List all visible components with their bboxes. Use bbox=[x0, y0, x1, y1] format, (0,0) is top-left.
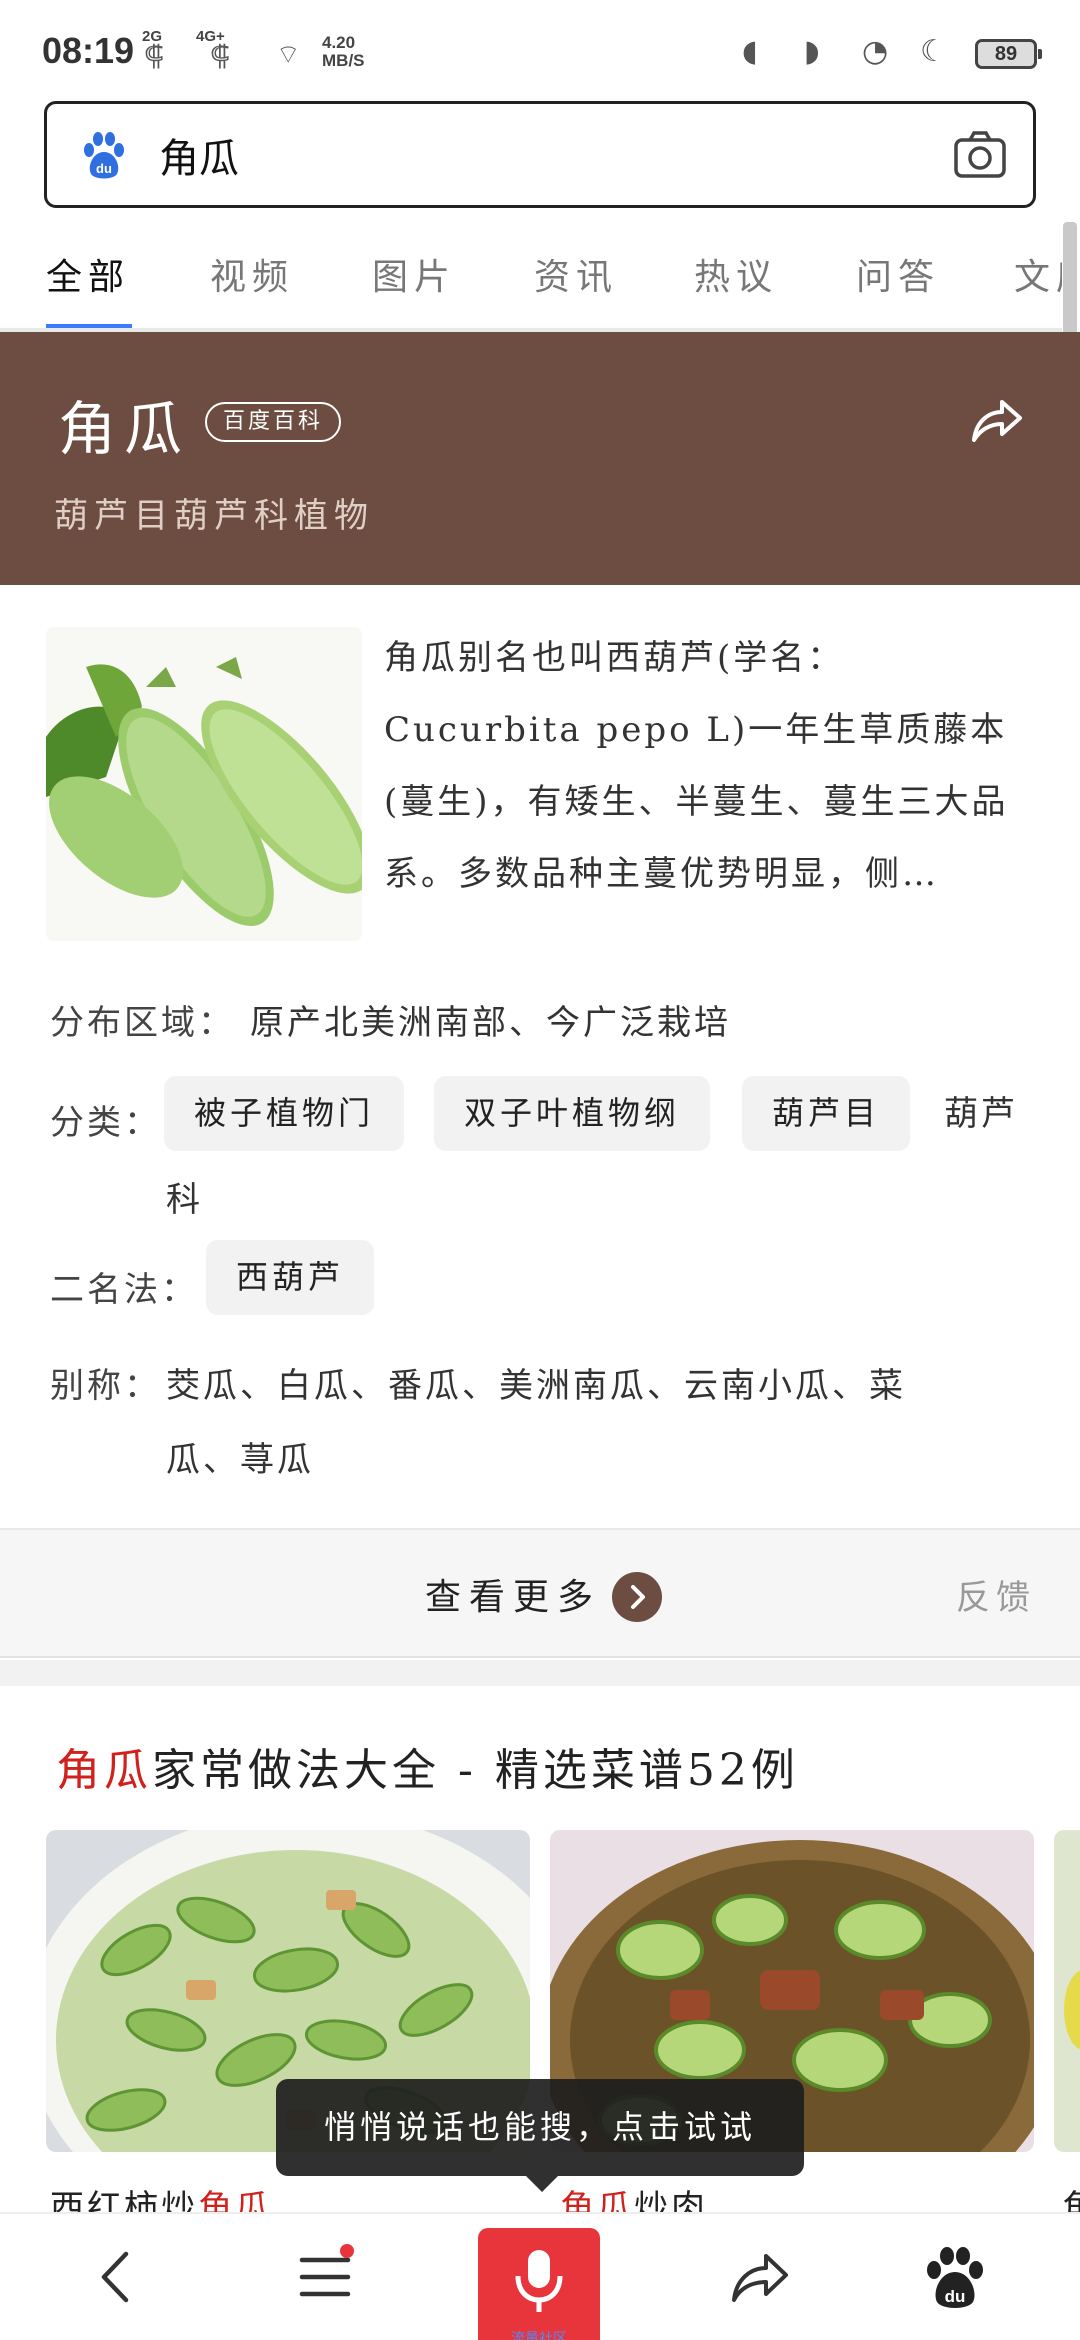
status-bar: 08:19 2G ⸿ 4G+ ⸿ ⌔ 4.20 MB/S ◖ ◗ ◔ ☾ 89 bbox=[0, 0, 1080, 96]
network-speed: 4.20 MB/S bbox=[322, 34, 365, 70]
tab-all[interactable]: 全部 bbox=[46, 248, 130, 300]
classification-label: 分类： bbox=[50, 1103, 161, 1143]
signal-icon: ⸿ bbox=[144, 39, 164, 72]
recipe-photo-3 bbox=[1054, 1830, 1080, 2152]
speed-value: 4.20 bbox=[322, 33, 356, 52]
classification-chip-angiosperm[interactable]: 被子植物门 bbox=[164, 1076, 405, 1151]
classification-family-part1: 葫芦 bbox=[944, 1094, 1018, 1134]
mic-sublabel: 流量社区 bbox=[511, 2330, 567, 2340]
category-tabs: 全部 视频 图片 资讯 热议 问答 文库 bbox=[0, 230, 1062, 330]
wifi-icon: ⌔ bbox=[276, 40, 301, 70]
voice-search-tooltip[interactable]: 悄悄说话也能搜，点击试试 bbox=[276, 2079, 804, 2176]
entry-title: 角瓜 bbox=[58, 395, 191, 463]
intro-summary[interactable]: 角瓜别名也叫西葫芦(学名：Cucurbita pepo L)一年生草质藤本(蔓生… bbox=[384, 622, 1034, 910]
camera-icon[interactable] bbox=[953, 130, 1007, 180]
section-separator bbox=[0, 1660, 1080, 1686]
feedback-link[interactable]: 反馈 bbox=[956, 1570, 1036, 1619]
tab-news[interactable]: 资讯 bbox=[534, 248, 618, 300]
binomial-label: 二名法： bbox=[50, 1270, 198, 1310]
signal-icon-2: ⸿ bbox=[210, 39, 230, 72]
classification-family-part2: 科 bbox=[166, 1180, 203, 1220]
view-more-bar: 查看更多 反馈 bbox=[0, 1528, 1080, 1658]
status-time: 08:19 bbox=[42, 30, 135, 71]
squirrel-icon: ◔ bbox=[862, 34, 889, 69]
recipe-card-third[interactable] bbox=[1054, 1830, 1080, 2152]
svg-text:du: du bbox=[96, 161, 112, 176]
search-input[interactable]: 角瓜 bbox=[159, 126, 239, 184]
distribution-label: 分布区域： bbox=[50, 1003, 235, 1043]
bottom-navigation: 流量社区 du bbox=[0, 2212, 1080, 2340]
alias-label: 别称： bbox=[50, 1366, 161, 1406]
zucchini-image[interactable] bbox=[46, 627, 362, 941]
notification-dot bbox=[340, 2244, 354, 2258]
back-arrow-icon[interactable] bbox=[82, 2242, 152, 2312]
recipes-heading-keyword: 角瓜 bbox=[56, 1745, 152, 1796]
recipes-heading[interactable]: 角瓜家常做法大全 - 精选菜谱52例 bbox=[56, 1734, 799, 1798]
classification-chip-cucurbitales[interactable]: 葫芦目 bbox=[742, 1076, 911, 1151]
moon-icon: ☾ bbox=[920, 34, 947, 69]
distribution-value: 原产北美洲南部、今广泛栽培 bbox=[250, 1003, 731, 1043]
microphone-icon bbox=[515, 2250, 563, 2312]
bird-icon: ◖ bbox=[742, 34, 758, 69]
search-box[interactable]: du 角瓜 bbox=[44, 101, 1036, 208]
speed-unit: MB/S bbox=[322, 51, 365, 70]
tab-qa[interactable]: 问答 bbox=[856, 248, 940, 300]
alias-value-line1: 茭瓜、白瓜、番瓜、美洲南瓜、云南小瓜、菜 bbox=[166, 1366, 906, 1406]
tooltip-pointer bbox=[526, 2176, 558, 2192]
baidu-home-icon[interactable]: du bbox=[920, 2242, 990, 2312]
entry-subtitle: 葫芦目葫芦科植物 bbox=[54, 496, 374, 536]
binomial-chip[interactable]: 西葫芦 bbox=[206, 1240, 375, 1315]
baike-header: 角瓜 百度百科 葫芦目葫芦科植物 bbox=[0, 332, 1080, 585]
chevron-right-icon[interactable] bbox=[612, 1572, 662, 1622]
alias-value-line2: 瓜、荨瓜 bbox=[166, 1440, 314, 1480]
rabbit-icon: ◗ bbox=[804, 34, 820, 69]
recipes-heading-text: 家常做法大全 - 精选菜谱52例 bbox=[152, 1745, 799, 1796]
battery-indicator: 89 bbox=[975, 39, 1042, 69]
zucchini-illustration bbox=[46, 627, 362, 941]
tab-library[interactable]: 文库 bbox=[1014, 248, 1062, 300]
tab-images[interactable]: 图片 bbox=[372, 248, 456, 300]
share-icon[interactable] bbox=[968, 392, 1024, 448]
svg-text:du: du bbox=[945, 2287, 966, 2306]
baike-badge[interactable]: 百度百科 bbox=[205, 402, 342, 442]
view-more-button[interactable]: 查看更多 bbox=[425, 1568, 601, 1620]
baidu-paw-icon: du bbox=[84, 132, 124, 179]
share-icon-bottom[interactable] bbox=[724, 2242, 794, 2312]
tab-discussion[interactable]: 热议 bbox=[694, 248, 778, 300]
tab-video[interactable]: 视频 bbox=[210, 248, 294, 300]
classification-chip-dicot[interactable]: 双子叶植物纲 bbox=[434, 1076, 711, 1151]
voice-search-button[interactable]: 流量社区 bbox=[478, 2228, 600, 2340]
